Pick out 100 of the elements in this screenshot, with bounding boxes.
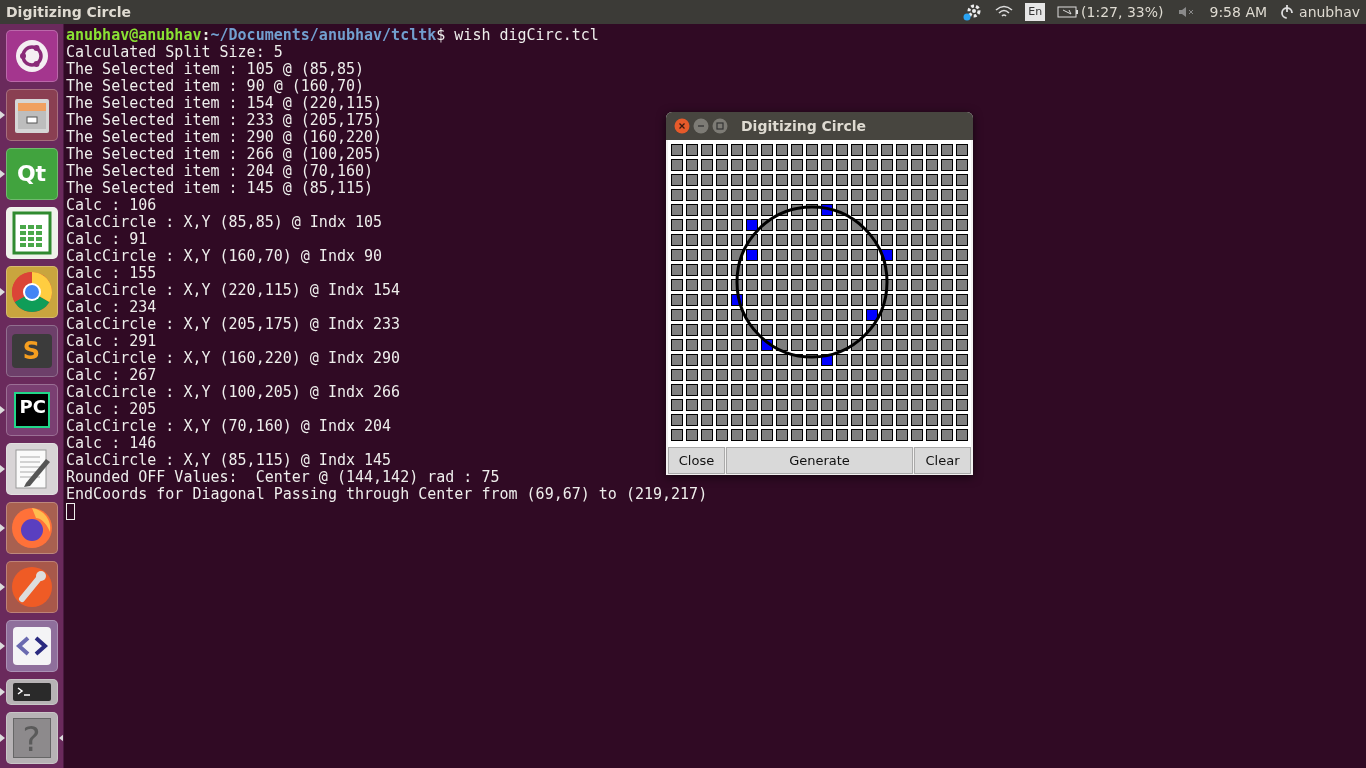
launcher-item[interactable]: PC: [5, 384, 58, 436]
grid-cell[interactable]: [776, 414, 788, 426]
grid-cell[interactable]: [701, 399, 713, 411]
grid-cell[interactable]: [776, 249, 788, 261]
grid-cell[interactable]: [896, 159, 908, 171]
grid-cell[interactable]: [746, 384, 758, 396]
grid-cell[interactable]: [686, 144, 698, 156]
grid-cell[interactable]: [881, 144, 893, 156]
grid-cell[interactable]: [746, 219, 758, 231]
grid-cell[interactable]: [761, 384, 773, 396]
grid-cell[interactable]: [926, 174, 938, 186]
grid-cell[interactable]: [911, 219, 923, 231]
grid-cell[interactable]: [941, 399, 953, 411]
grid-cell[interactable]: [806, 144, 818, 156]
grid-cell[interactable]: [911, 294, 923, 306]
grid-cell[interactable]: [791, 399, 803, 411]
grid-cell[interactable]: [881, 324, 893, 336]
grid-cell[interactable]: [791, 234, 803, 246]
grid-cell[interactable]: [716, 429, 728, 441]
grid-cell[interactable]: [761, 204, 773, 216]
grid-cell[interactable]: [911, 369, 923, 381]
grid-cell[interactable]: [821, 429, 833, 441]
grid-cell[interactable]: [926, 414, 938, 426]
grid-cell[interactable]: [701, 234, 713, 246]
grid-cell[interactable]: [926, 159, 938, 171]
grid-cell[interactable]: [866, 174, 878, 186]
grid-cell[interactable]: [896, 339, 908, 351]
grid-cell[interactable]: [851, 429, 863, 441]
grid-cell[interactable]: [671, 264, 683, 276]
grid-cell[interactable]: [866, 159, 878, 171]
launcher-item[interactable]: [5, 443, 58, 495]
grid-cell[interactable]: [806, 264, 818, 276]
grid-cell[interactable]: [746, 144, 758, 156]
grid-cell[interactable]: [911, 249, 923, 261]
grid-cell[interactable]: [686, 159, 698, 171]
grid-cell[interactable]: [956, 249, 968, 261]
grid-cell[interactable]: [701, 384, 713, 396]
grid-cell[interactable]: [851, 384, 863, 396]
grid-cell[interactable]: [896, 324, 908, 336]
grid-cell[interactable]: [896, 204, 908, 216]
grid-cell[interactable]: [671, 204, 683, 216]
grid-cell[interactable]: [671, 369, 683, 381]
grid-cell[interactable]: [941, 264, 953, 276]
grid-cell[interactable]: [686, 414, 698, 426]
grid-cell[interactable]: [911, 354, 923, 366]
grid-cell[interactable]: [701, 339, 713, 351]
close-icon[interactable]: [674, 118, 690, 134]
grid-cell[interactable]: [806, 429, 818, 441]
battery-charging-icon[interactable]: [1057, 6, 1080, 18]
grid-cell[interactable]: [866, 219, 878, 231]
grid-cell[interactable]: [836, 399, 848, 411]
grid-cell[interactable]: [866, 339, 878, 351]
grid-cell[interactable]: [941, 384, 953, 396]
grid-cell[interactable]: [806, 234, 818, 246]
grid-cell[interactable]: [746, 189, 758, 201]
grid-cell[interactable]: [881, 399, 893, 411]
grid-cell[interactable]: [761, 264, 773, 276]
grid-cell[interactable]: [671, 189, 683, 201]
grid-cell[interactable]: [776, 369, 788, 381]
grid-cell[interactable]: [821, 189, 833, 201]
grid-cell[interactable]: [701, 429, 713, 441]
grid-cell[interactable]: [671, 279, 683, 291]
grid-cell[interactable]: [701, 324, 713, 336]
grid-cell[interactable]: [911, 234, 923, 246]
grid-cell[interactable]: [761, 294, 773, 306]
grid-cell[interactable]: [821, 384, 833, 396]
grid-cell[interactable]: [716, 234, 728, 246]
grid-cell[interactable]: [896, 369, 908, 381]
grid-cell[interactable]: [791, 324, 803, 336]
grid-cell[interactable]: [941, 294, 953, 306]
grid-cell[interactable]: [806, 279, 818, 291]
grid-cell[interactable]: [746, 354, 758, 366]
grid-cell[interactable]: [911, 399, 923, 411]
grid-cell[interactable]: [731, 324, 743, 336]
grid-cell[interactable]: [911, 324, 923, 336]
grid-cell[interactable]: [911, 414, 923, 426]
grid-cell[interactable]: [911, 339, 923, 351]
grid-cell[interactable]: [851, 204, 863, 216]
grid-cell[interactable]: [881, 159, 893, 171]
grid-cell[interactable]: [776, 159, 788, 171]
grid-cell[interactable]: [911, 174, 923, 186]
grid-cell[interactable]: [896, 384, 908, 396]
grid-cell[interactable]: [806, 159, 818, 171]
grid-cell[interactable]: [941, 144, 953, 156]
grid-cell[interactable]: [821, 294, 833, 306]
grid-cell[interactable]: [731, 384, 743, 396]
grid-cell[interactable]: [926, 369, 938, 381]
grid-cell[interactable]: [671, 294, 683, 306]
grid-cell[interactable]: [716, 309, 728, 321]
grid-cell[interactable]: [911, 264, 923, 276]
grid-cell[interactable]: [956, 309, 968, 321]
grid-cell[interactable]: [701, 159, 713, 171]
grid-cell[interactable]: [791, 369, 803, 381]
grid-cell[interactable]: [926, 249, 938, 261]
grid-cell[interactable]: [866, 369, 878, 381]
grid-cell[interactable]: [686, 294, 698, 306]
grid-cell[interactable]: [941, 354, 953, 366]
grid-cell[interactable]: [671, 309, 683, 321]
grid-cell[interactable]: [821, 174, 833, 186]
grid-cell[interactable]: [791, 144, 803, 156]
